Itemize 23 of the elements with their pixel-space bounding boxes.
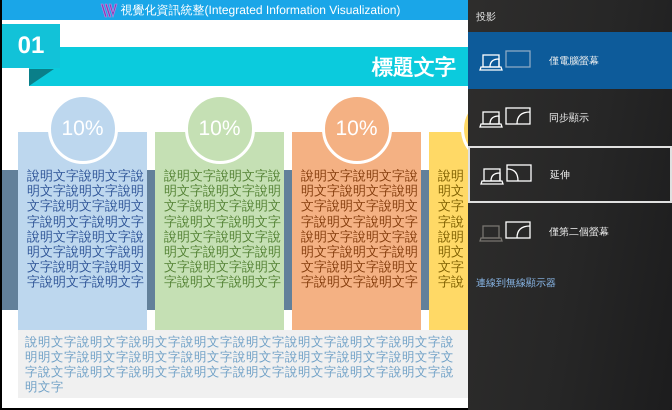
laptop-monitor-icon: [480, 164, 532, 185]
summary-paragraph: 說明文字說明文字說明文字說明文字說明文字說明文字說明文字說明文字說明明文字說明文字說明文字說明文字說明文字說明文字說明文字說明文字文字說文字說明文字說明文字說明文字說明文字說明文字說明文字說明文字說明文字: [25, 334, 455, 394]
slide-header-title: 視覺化資訊統整(Integrated Information Visualization): [120, 2, 400, 18]
panel-title: 投影: [475, 10, 497, 25]
display-option[interactable]: 延伸: [468, 146, 672, 203]
fold-corner-icon: [29, 69, 54, 86]
laptop-monitor-icon: [479, 107, 531, 128]
card-paragraph: 說明明文文字字說說明明文文字字說: [438, 169, 464, 291]
laptop-monitor-icon: [479, 221, 531, 242]
percent-badge: 10%: [184, 94, 254, 164]
display-option[interactable]: 同步顯示: [468, 89, 672, 146]
percent-badge: 10%: [322, 94, 392, 164]
display-option[interactable]: 僅第二個螢幕: [468, 203, 672, 260]
card-paragraph: 說明文字說明文字說明文字說明文字說明文字說明文字說明文字說明文字說明文字說明文字說明文字說明文字說明文字說明文字說明文字說明文字說明文字說明文字: [301, 169, 418, 291]
percent-badge: 10%: [48, 94, 118, 164]
display-option[interactable]: 僅電腦螢幕: [468, 32, 672, 89]
slide-title: 標題文字: [372, 54, 456, 80]
logo-icon: [100, 2, 118, 18]
card-paragraph: 說明文字說明文字說明文字說明文字說明文字說明文字說明文字說明文字說明文字說明文字說明文字說明文字說明文字說明文字說明文字說明文字說明文字說明文字: [27, 169, 144, 291]
wireless-display-link[interactable]: 連線到無線顯示器: [468, 260, 672, 290]
section-number: 01: [2, 24, 60, 68]
laptop-monitor-icon: [479, 50, 531, 71]
card-paragraph: 說明文字說明文字說明文字說明文字說明文字說明文字說明文字說明文字說明文字說明文字說明文字說明文字說明文字說明文字說明文字說明文字說明文字說明文字: [164, 169, 281, 291]
